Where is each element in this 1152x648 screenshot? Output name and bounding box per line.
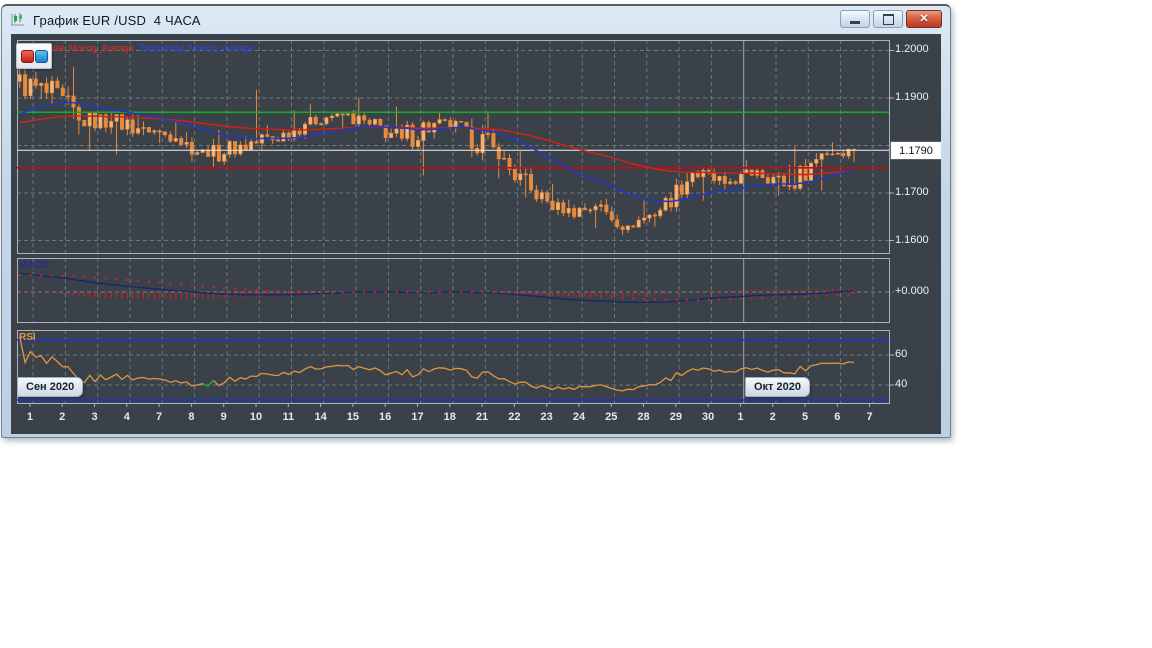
current-price-box: 1.1790 <box>890 141 941 160</box>
window-title: График EUR /USD 4 ЧАСА <box>33 12 201 28</box>
price-tick-label: 1.1900 <box>895 91 929 103</box>
day-label: 2 <box>769 411 776 423</box>
minimize-icon <box>850 21 860 24</box>
day-label: 30 <box>702 411 715 423</box>
desktop: График EUR /USD 4 ЧАСА ✕ Exponential_Mov… <box>0 0 1152 648</box>
maximize-button[interactable] <box>873 10 903 28</box>
window-titlebar[interactable]: График EUR /USD 4 ЧАСА ✕ <box>2 6 950 34</box>
rsi-tick-label: 40 <box>895 378 908 390</box>
close-icon: ✕ <box>919 12 929 25</box>
maximize-icon <box>882 13 894 25</box>
current-price-value: 1.1790 <box>899 144 933 157</box>
day-label: 15 <box>346 411 359 423</box>
chart-client-area: Exponential_Moving_Average Exponential_Mo… <box>11 34 941 434</box>
day-label: 1 <box>737 411 744 423</box>
red-indicator-button[interactable] <box>21 50 34 63</box>
day-label: 17 <box>411 411 424 423</box>
blue-indicator-button[interactable] <box>35 50 48 63</box>
chart-window-icon <box>9 12 27 28</box>
day-label: 14 <box>314 411 327 423</box>
indicator-buttons <box>16 43 52 69</box>
day-label: 25 <box>605 411 618 423</box>
day-label: 8 <box>188 411 195 423</box>
day-label: 10 <box>249 411 263 423</box>
rsi-tick-label: 60 <box>895 348 908 360</box>
day-label: 7 <box>156 411 163 423</box>
close-button[interactable]: ✕ <box>906 10 942 28</box>
day-label: 22 <box>508 411 521 423</box>
day-label: 29 <box>669 411 682 423</box>
indicator-legend: Exponential_Moving_Average Exponential_Mo… <box>19 43 254 53</box>
day-label: 1 <box>26 411 33 423</box>
day-label: 7 <box>866 411 873 423</box>
day-label: 28 <box>637 411 650 423</box>
day-label: 24 <box>572 411 586 423</box>
minimize-button[interactable] <box>840 10 870 28</box>
time-axis: 1 2 3 4 7 8 9 10 11 14 15 16 17 18 21 22 23 24 25 28 29 30 1 2 5… <box>11 409 941 425</box>
day-label: 2 <box>59 411 66 423</box>
macd-tick-label: +0.000 <box>895 285 929 297</box>
price-tick-label: 1.2000 <box>895 43 929 55</box>
day-label: 18 <box>443 411 456 423</box>
window-controls: ✕ <box>840 10 942 28</box>
price-tick-label: 1.1700 <box>895 186 929 198</box>
day-label: 4 <box>123 411 130 423</box>
price-tick-label: 1.1600 <box>895 234 929 246</box>
month-label-september: Сен 2020 <box>17 377 84 397</box>
day-label: 5 <box>801 411 809 423</box>
day-label: 9 <box>220 411 227 423</box>
rsi-label: RSI <box>19 332 36 343</box>
day-label: 16 <box>379 411 392 423</box>
chart-window: График EUR /USD 4 ЧАСА ✕ Exponential_Mov… <box>1 4 951 438</box>
day-label: 6 <box>834 411 841 423</box>
ema-blue-label: Exponential_Moving_Average <box>139 43 254 53</box>
day-label: 21 <box>475 411 489 423</box>
month-label-october: Окт 2020 <box>745 377 810 397</box>
day-label: 23 <box>540 411 553 423</box>
price-chart <box>17 40 894 407</box>
day-label: 3 <box>91 411 98 423</box>
macd-label: MACD <box>19 260 49 271</box>
day-label: 11 <box>282 411 295 423</box>
